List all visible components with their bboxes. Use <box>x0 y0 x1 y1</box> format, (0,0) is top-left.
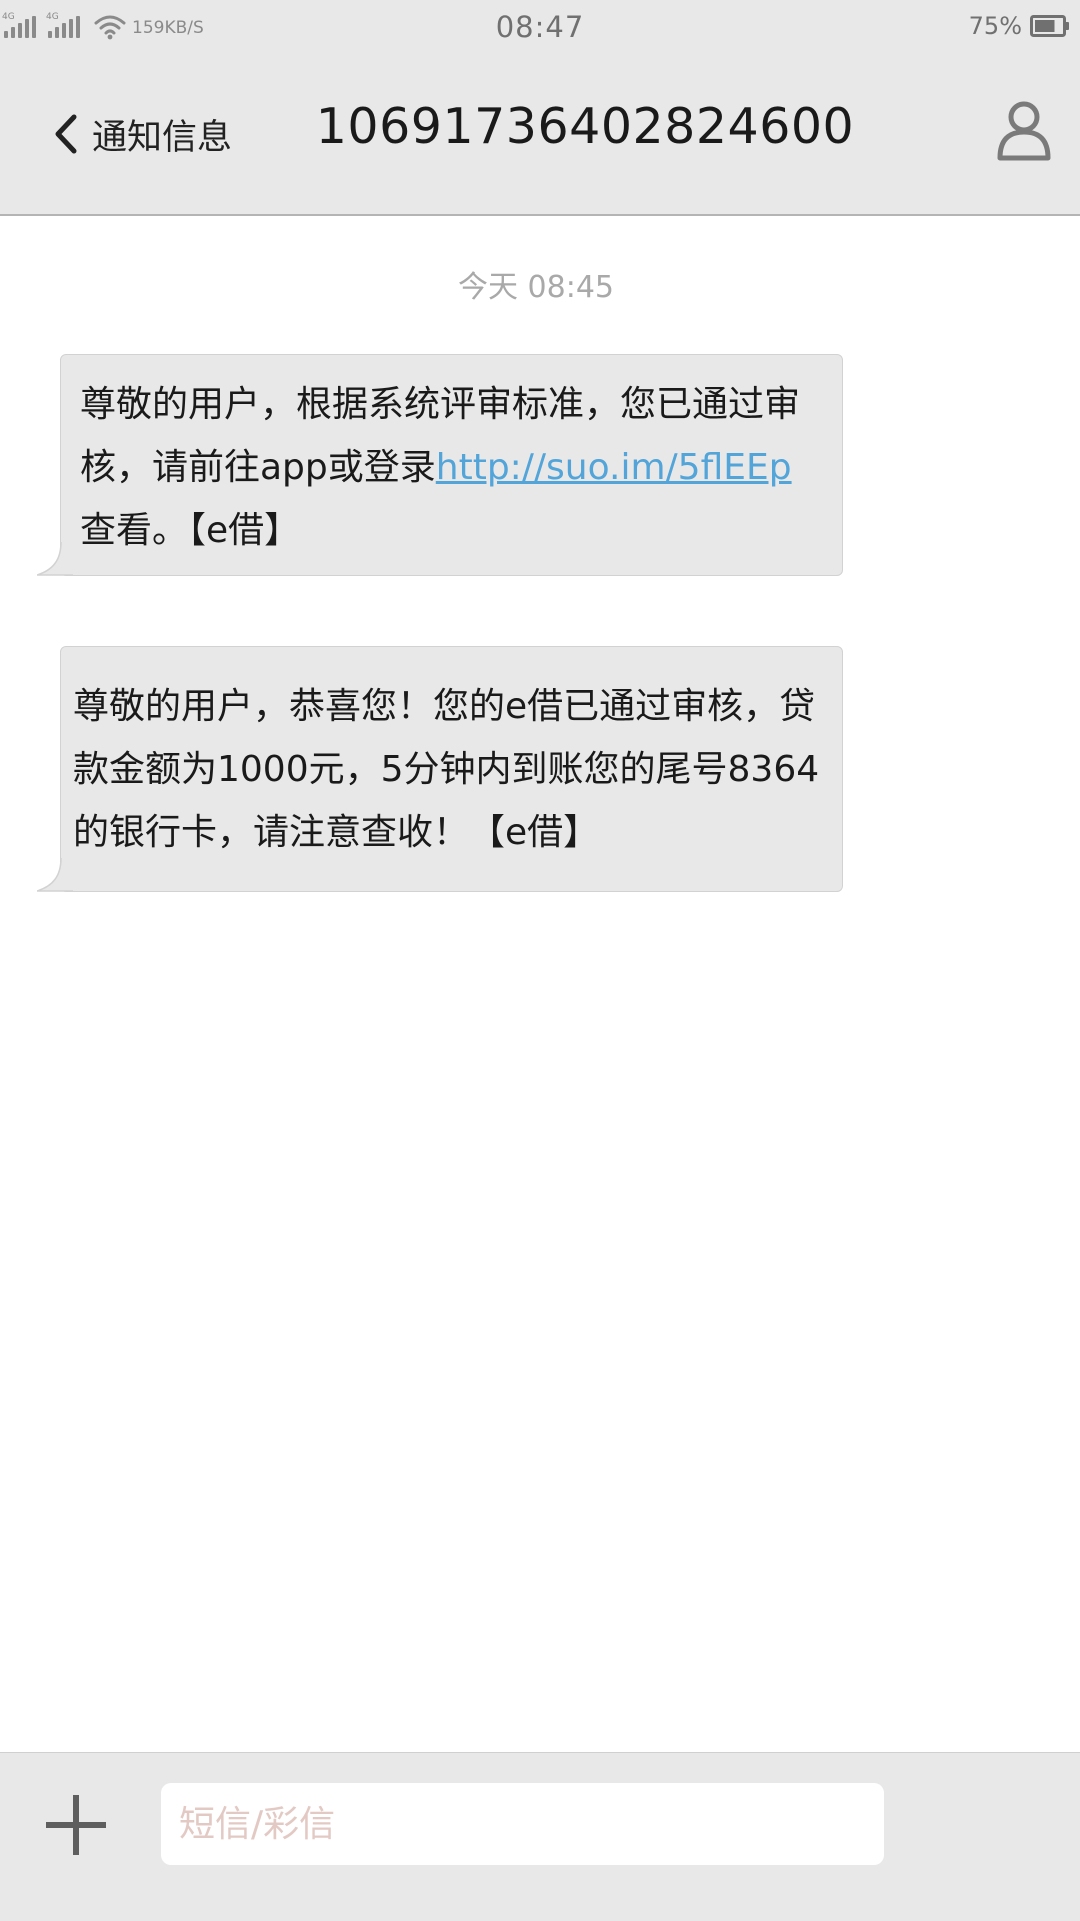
battery-icon <box>1030 15 1069 37</box>
status-clock: 08:47 <box>495 10 585 44</box>
battery-percent: 75% <box>968 12 1022 40</box>
message-line: 核，请前往app或登录http://suo.im/5flEEp <box>80 447 792 488</box>
status-bar: 4G 4G 159KB/S 08:47 75% <box>0 0 1080 56</box>
message-timestamp: 今天 08:45 <box>458 270 614 305</box>
received-message-2[interactable]: 尊敬的用户，恭喜您！您的e借已通过审核，贷 款金额为1000元，5分钟内到账您的… <box>37 646 843 892</box>
message-link[interactable]: http://suo.im/5flEEp <box>436 447 792 488</box>
message-line: 尊敬的用户，恭喜您！您的e借已通过审核，贷 <box>73 686 816 727</box>
contact-number-title: 10691736402824600 <box>315 98 855 155</box>
message-line: 查看。【e借】 <box>80 510 301 551</box>
received-message-1[interactable]: 尊敬的用户，根据系统评审标准，您已通过审 核，请前往app或登录http://s… <box>37 354 843 576</box>
bubble-tail-icon <box>37 542 73 576</box>
message-line: 尊敬的用户，根据系统评审标准，您已通过审 <box>80 384 801 425</box>
bubble-tail-icon <box>37 858 73 892</box>
message-line: 款金额为1000元，5分钟内到账您的尾号8364 <box>73 749 820 790</box>
compose-bar <box>0 1752 1080 1921</box>
attach-plus-button[interactable] <box>44 1793 108 1857</box>
message-input[interactable] <box>161 1783 884 1865</box>
contact-person-icon[interactable] <box>994 98 1054 162</box>
conversation-header: 通知信息 10691736402824600 <box>0 56 1080 216</box>
message-line: 的银行卡，请注意查收！【e借】 <box>73 812 600 853</box>
